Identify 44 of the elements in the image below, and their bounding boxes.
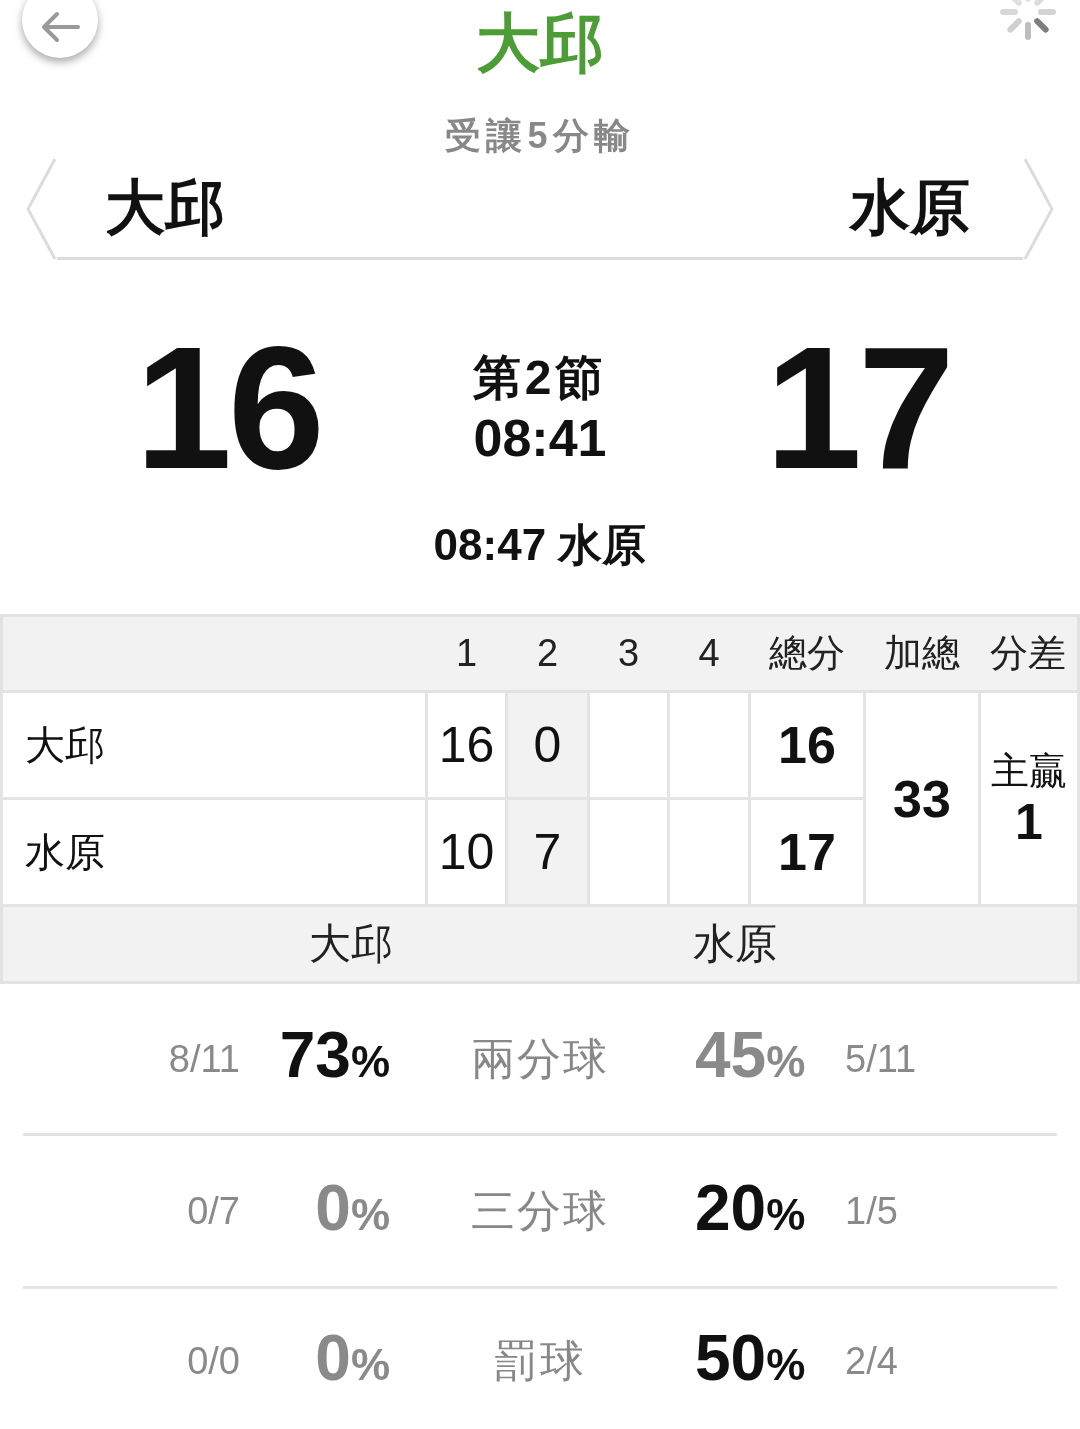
margin-value: 1	[1014, 793, 1044, 850]
shots-made-attempted: 0/7	[187, 1189, 240, 1234]
chevron-left-icon[interactable]	[25, 158, 57, 260]
back-button[interactable]	[22, 0, 98, 58]
home-score: 16	[134, 318, 322, 498]
column-header: 1	[426, 615, 507, 692]
away-score: 17	[764, 318, 952, 498]
shots-made-attempted: 8/11	[168, 1036, 240, 1082]
combined-total: 33	[893, 769, 951, 828]
column-header: 總分	[749, 615, 865, 692]
shots-made-attempted: 5/11	[845, 1036, 917, 1082]
shooting-percentage: 0%	[315, 1170, 390, 1246]
period-label: 第2節	[472, 350, 608, 406]
total-score-cell: 16	[749, 691, 865, 799]
game-clock: 08:41	[473, 408, 607, 468]
back-arrow-icon	[40, 11, 80, 43]
shooting-percentage: 73%	[279, 1018, 390, 1093]
column-header: 2	[506, 615, 589, 692]
column-header: 3	[588, 615, 669, 692]
stat-label: 三分球	[470, 1185, 610, 1237]
margin-label: 主贏	[990, 748, 1068, 794]
column-header: 4	[668, 615, 750, 692]
stat-label: 兩分球	[470, 1032, 610, 1085]
shooting-percentage: 45%	[695, 1018, 806, 1093]
shots-made-attempted: 2/4	[845, 1339, 898, 1384]
quarter-score-cell: 0	[506, 691, 589, 799]
team-name: 水原	[693, 919, 777, 969]
team-title: 大邱	[475, 6, 605, 81]
quarter-score-cell: 7	[506, 798, 589, 906]
shots-made-attempted: 0/0	[187, 1339, 240, 1384]
column-header: 分差	[979, 615, 1079, 692]
shooting-percentage: 20%	[695, 1170, 806, 1246]
handicap-result: 受讓5分輸	[444, 114, 636, 158]
column-header: 加總	[864, 615, 980, 692]
shooting-percentage: 50%	[695, 1320, 806, 1396]
team-name: 大邱	[1, 691, 427, 799]
last-score-event: 08:47 水原	[432, 519, 648, 571]
shots-made-attempted: 1/5	[845, 1189, 898, 1234]
shooting-percentage: 0%	[315, 1320, 390, 1396]
team-name: 大邱	[309, 919, 393, 969]
chevron-right-icon[interactable]	[1023, 158, 1055, 260]
team-name: 水原	[850, 172, 970, 243]
team-name: 大邱	[105, 172, 225, 243]
stat-label: 罰球	[493, 1335, 587, 1387]
